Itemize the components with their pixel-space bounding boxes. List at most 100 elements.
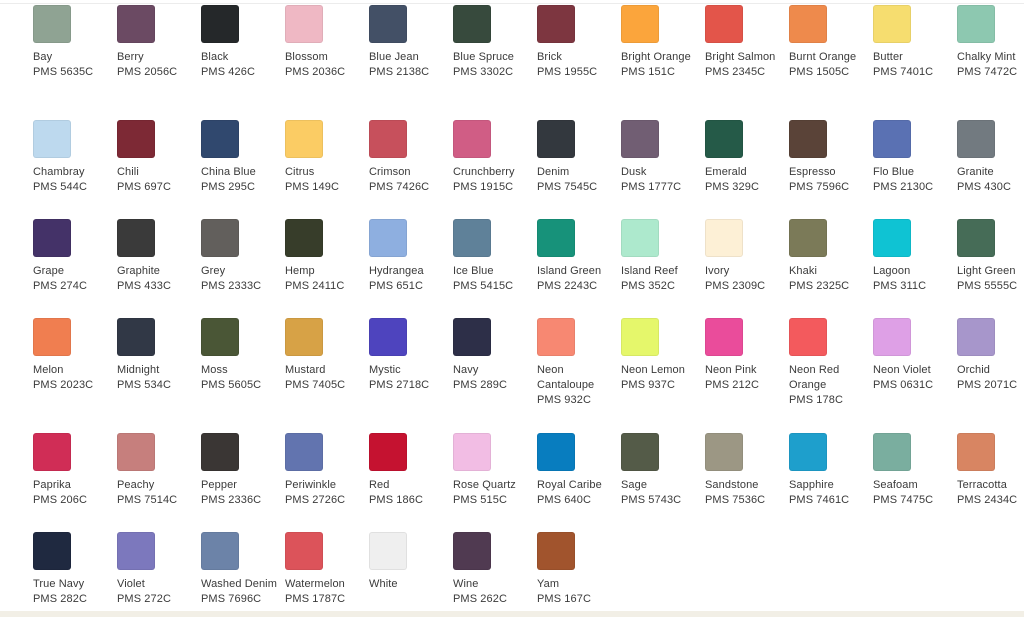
color-swatch[interactable] [621, 318, 659, 356]
color-swatch[interactable] [705, 120, 743, 158]
color-swatch-item[interactable]: Citrus PMS 149C [285, 120, 369, 195]
color-swatch-item[interactable]: Peachy PMS 7514C [117, 433, 201, 508]
color-swatch-item[interactable]: Rose Quartz PMS 515C [453, 433, 537, 508]
color-swatch[interactable] [201, 219, 239, 257]
color-swatch[interactable] [453, 219, 491, 257]
color-swatch-item[interactable]: Grey PMS 2333C [201, 219, 285, 294]
color-swatch-item[interactable]: Light Green PMS 5555C [957, 219, 1024, 294]
color-swatch-item[interactable]: Blue Spruce PMS 3302C [453, 5, 537, 80]
color-swatch[interactable] [621, 433, 659, 471]
color-swatch[interactable] [201, 433, 239, 471]
color-swatch-item[interactable]: Neon Violet PMS 0631C [873, 318, 957, 393]
color-swatch-item[interactable]: Ice Blue PMS 5415C [453, 219, 537, 294]
color-swatch-item[interactable]: Melon PMS 2023C [33, 318, 117, 393]
color-swatch[interactable] [957, 318, 995, 356]
color-swatch-item[interactable]: Graphite PMS 433C [117, 219, 201, 294]
color-swatch[interactable] [957, 120, 995, 158]
color-swatch[interactable] [705, 5, 743, 43]
color-swatch[interactable] [117, 532, 155, 570]
color-swatch-item[interactable]: Island Green PMS 2243C [537, 219, 621, 294]
color-swatch[interactable] [33, 5, 71, 43]
color-swatch-item[interactable]: Denim PMS 7545C [537, 120, 621, 195]
color-swatch[interactable] [369, 219, 407, 257]
color-swatch[interactable] [957, 219, 995, 257]
color-swatch-item[interactable]: Emerald PMS 329C [705, 120, 789, 195]
color-swatch-item[interactable]: Moss PMS 5605C [201, 318, 285, 393]
color-swatch[interactable] [621, 5, 659, 43]
color-swatch[interactable] [33, 120, 71, 158]
color-swatch-item[interactable]: Island Reef PMS 352C [621, 219, 705, 294]
color-swatch[interactable] [537, 532, 575, 570]
color-swatch-item[interactable]: Burnt Orange PMS 1505C [789, 5, 873, 80]
color-swatch-item[interactable]: Khaki PMS 2325C [789, 219, 873, 294]
color-swatch-item[interactable]: Hydrangea PMS 651C [369, 219, 453, 294]
color-swatch[interactable] [705, 219, 743, 257]
color-swatch[interactable] [201, 120, 239, 158]
color-swatch-item[interactable]: Neon Lemon PMS 937C [621, 318, 705, 393]
color-swatch[interactable] [285, 318, 323, 356]
color-swatch-item[interactable]: Lagoon PMS 311C [873, 219, 957, 294]
color-swatch[interactable] [873, 318, 911, 356]
color-swatch-item[interactable]: Neon Cantaloupe PMS 932C [537, 318, 621, 408]
color-swatch[interactable] [453, 318, 491, 356]
color-swatch-item[interactable]: Grape PMS 274C [33, 219, 117, 294]
color-swatch-item[interactable]: Granite PMS 430C [957, 120, 1024, 195]
color-swatch-item[interactable]: Espresso PMS 7596C [789, 120, 873, 195]
color-swatch[interactable] [789, 433, 827, 471]
color-swatch[interactable] [789, 5, 827, 43]
color-swatch[interactable] [873, 5, 911, 43]
color-swatch[interactable] [117, 433, 155, 471]
color-swatch-item[interactable]: Chambray PMS 544C [33, 120, 117, 195]
color-swatch[interactable] [873, 120, 911, 158]
color-swatch[interactable] [369, 532, 407, 570]
color-swatch[interactable] [957, 433, 995, 471]
color-swatch-item[interactable]: Pepper PMS 2336C [201, 433, 285, 508]
color-swatch-item[interactable]: True Navy PMS 282C [33, 532, 117, 607]
color-swatch[interactable] [873, 219, 911, 257]
color-swatch[interactable] [117, 219, 155, 257]
color-swatch-item[interactable]: Terracotta PMS 2434C [957, 433, 1024, 508]
color-swatch[interactable] [285, 433, 323, 471]
color-swatch[interactable] [369, 433, 407, 471]
color-swatch[interactable] [201, 318, 239, 356]
color-swatch-item[interactable]: Navy PMS 289C [453, 318, 537, 393]
color-swatch-item[interactable]: Blossom PMS 2036C [285, 5, 369, 80]
color-swatch[interactable] [117, 120, 155, 158]
color-swatch[interactable] [621, 219, 659, 257]
color-swatch-item[interactable]: Ivory PMS 2309C [705, 219, 789, 294]
color-swatch-item[interactable]: Bay PMS 5635C [33, 5, 117, 80]
color-swatch-item[interactable]: White [369, 532, 453, 592]
color-swatch[interactable] [285, 120, 323, 158]
color-swatch[interactable] [789, 219, 827, 257]
color-swatch-item[interactable]: Seafoam PMS 7475C [873, 433, 957, 508]
color-swatch-item[interactable]: Mystic PMS 2718C [369, 318, 453, 393]
color-swatch-item[interactable]: Black PMS 426C [201, 5, 285, 80]
color-swatch-item[interactable]: Dusk PMS 1777C [621, 120, 705, 195]
color-swatch-item[interactable]: Orchid PMS 2071C [957, 318, 1024, 393]
color-swatch[interactable] [453, 532, 491, 570]
color-swatch[interactable] [33, 433, 71, 471]
color-swatch-item[interactable]: Periwinkle PMS 2726C [285, 433, 369, 508]
color-swatch-item[interactable]: Mustard PMS 7405C [285, 318, 369, 393]
color-swatch[interactable] [537, 120, 575, 158]
color-swatch[interactable] [789, 318, 827, 356]
color-swatch[interactable] [285, 5, 323, 43]
color-swatch-item[interactable]: Bright Orange PMS 151C [621, 5, 705, 80]
color-swatch-item[interactable]: Violet PMS 272C [117, 532, 201, 607]
color-swatch-item[interactable]: Berry PMS 2056C [117, 5, 201, 80]
color-swatch-item[interactable]: Hemp PMS 2411C [285, 219, 369, 294]
color-swatch-item[interactable]: Royal Caribe PMS 640C [537, 433, 621, 508]
color-swatch[interactable] [873, 433, 911, 471]
color-swatch[interactable] [453, 433, 491, 471]
color-swatch-item[interactable]: Yam PMS 167C [537, 532, 621, 607]
color-swatch[interactable] [33, 318, 71, 356]
color-swatch-item[interactable]: Neon Pink PMS 212C [705, 318, 789, 393]
color-swatch-item[interactable]: Crimson PMS 7426C [369, 120, 453, 195]
color-swatch-item[interactable]: Washed Denim PMS 7696C [201, 532, 285, 607]
color-swatch-item[interactable]: Chili PMS 697C [117, 120, 201, 195]
color-swatch-item[interactable]: Paprika PMS 206C [33, 433, 117, 508]
color-swatch[interactable] [453, 5, 491, 43]
color-swatch[interactable] [537, 433, 575, 471]
color-swatch-item[interactable]: Sandstone PMS 7536C [705, 433, 789, 508]
color-swatch-item[interactable]: Wine PMS 262C [453, 532, 537, 607]
